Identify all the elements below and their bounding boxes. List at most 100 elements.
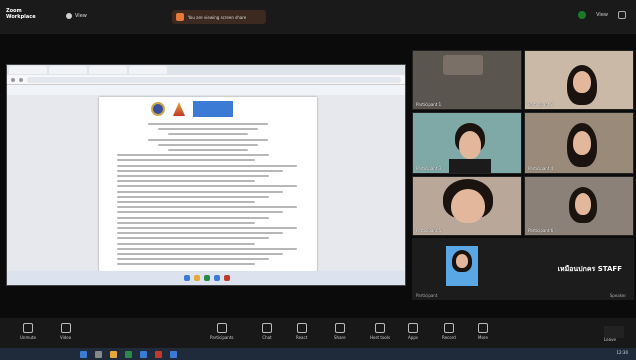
participant-tile[interactable]: Participant 6 bbox=[524, 176, 634, 236]
participant-name: Participant 2 bbox=[528, 102, 554, 107]
participant-tile[interactable]: Participant 5 bbox=[412, 176, 522, 236]
participant-name: Participant 1 bbox=[416, 102, 442, 107]
participant-tile[interactable]: Participant 1 bbox=[412, 50, 522, 110]
view-menu[interactable]: View bbox=[596, 12, 608, 18]
app-icon[interactable] bbox=[214, 275, 220, 281]
control-label: Apps bbox=[408, 335, 418, 340]
react-icon bbox=[296, 323, 307, 333]
control-label: More bbox=[478, 335, 488, 340]
apps-icon bbox=[408, 323, 418, 333]
text-line bbox=[117, 253, 283, 255]
leave-button[interactable]: Leave bbox=[604, 326, 624, 342]
doc-area bbox=[7, 95, 405, 273]
video-button[interactable]: Video bbox=[60, 323, 71, 340]
brand-logo bbox=[193, 101, 233, 117]
person-face bbox=[459, 131, 481, 159]
participant-name: Participant 6 bbox=[528, 228, 554, 233]
control-label: Unmute bbox=[20, 335, 36, 340]
text-line bbox=[117, 211, 283, 214]
zoom-icon[interactable] bbox=[170, 350, 177, 358]
speaker-tile[interactable]: เหมือนปกคร STAFF Participant Speaker bbox=[412, 238, 634, 300]
app-icon[interactable] bbox=[125, 350, 132, 358]
unmute-button[interactable]: Unmute bbox=[20, 323, 36, 340]
control-label: Record bbox=[442, 335, 456, 340]
person-face bbox=[573, 71, 591, 93]
participant-tile[interactable]: Participant 4 bbox=[524, 112, 634, 174]
participant-name: Participant 4 bbox=[528, 166, 554, 171]
mic-icon bbox=[22, 323, 33, 333]
participant-name: Participant 3 bbox=[416, 166, 442, 171]
text-line bbox=[117, 164, 297, 167]
clock: 12:30 bbox=[616, 350, 628, 355]
back-icon[interactable] bbox=[11, 77, 15, 82]
text-line bbox=[148, 138, 268, 141]
text-line bbox=[148, 123, 268, 125]
fullscreen-icon[interactable] bbox=[618, 11, 626, 19]
browser-tab[interactable] bbox=[9, 66, 47, 74]
text-line bbox=[117, 180, 255, 183]
participant-tile[interactable]: Participant 3 bbox=[412, 112, 522, 174]
browser-icon[interactable] bbox=[140, 350, 147, 358]
text-line bbox=[117, 232, 283, 235]
speaker-name: เหมือนปกคร STAFF bbox=[557, 265, 622, 273]
reload-icon[interactable] bbox=[19, 77, 23, 82]
share-button[interactable]: Share bbox=[334, 323, 346, 340]
browser-tab[interactable] bbox=[49, 66, 87, 74]
speaker-label: Speaker bbox=[609, 293, 626, 298]
react-button[interactable]: React bbox=[296, 323, 307, 340]
text-line bbox=[117, 154, 269, 157]
text-line bbox=[117, 247, 297, 250]
text-line bbox=[117, 206, 297, 209]
browser-tab[interactable] bbox=[89, 66, 127, 74]
speaker-avatar bbox=[446, 246, 478, 286]
participant-tile[interactable]: Participant 2 bbox=[524, 50, 634, 110]
record-button[interactable]: Record bbox=[442, 323, 456, 340]
apps-button[interactable]: Apps bbox=[408, 323, 418, 340]
text-line bbox=[117, 242, 255, 245]
text-line bbox=[117, 175, 269, 177]
text-line bbox=[117, 169, 283, 172]
start-icon[interactable] bbox=[80, 350, 87, 358]
search-icon[interactable] bbox=[95, 350, 102, 358]
person-face bbox=[451, 189, 485, 223]
person-face bbox=[456, 254, 468, 268]
shared-screen bbox=[6, 64, 406, 286]
text-line bbox=[117, 258, 269, 261]
text-line bbox=[117, 221, 255, 224]
browser-tab[interactable] bbox=[129, 66, 167, 74]
app-icon[interactable] bbox=[224, 275, 230, 281]
folder-icon[interactable] bbox=[110, 350, 117, 358]
top-bar: Zoom Workplace View You are viewing scre… bbox=[0, 0, 636, 34]
view-button[interactable]: View bbox=[66, 13, 87, 19]
participant-name: Participant 5 bbox=[416, 228, 442, 233]
text-line bbox=[168, 133, 248, 136]
seal-logo bbox=[151, 102, 165, 116]
security-icon[interactable] bbox=[578, 11, 587, 19]
participants-button[interactable]: Participants bbox=[210, 323, 234, 340]
text-line bbox=[117, 263, 255, 266]
person-shirt bbox=[449, 159, 491, 173]
more-icon bbox=[478, 323, 488, 333]
text-line bbox=[117, 195, 269, 198]
control-label: React bbox=[296, 335, 308, 340]
chat-button[interactable]: Chat bbox=[262, 323, 272, 340]
address-bar bbox=[7, 75, 405, 85]
app-icon[interactable] bbox=[204, 275, 210, 281]
share-icon bbox=[334, 323, 345, 333]
shield-icon bbox=[66, 13, 72, 19]
url-field[interactable] bbox=[27, 76, 401, 83]
more-button[interactable]: More bbox=[478, 323, 488, 340]
app-icon[interactable] bbox=[155, 350, 162, 358]
text-line bbox=[117, 201, 255, 203]
app-icon[interactable] bbox=[184, 275, 190, 281]
share-banner[interactable]: You are viewing screen share bbox=[172, 10, 266, 24]
share-icon bbox=[176, 13, 184, 21]
camera-icon bbox=[60, 323, 71, 333]
text-line bbox=[117, 216, 269, 219]
letterhead-logos bbox=[151, 101, 233, 117]
participant-label: Participant bbox=[416, 293, 438, 298]
top-right-controls: View bbox=[578, 11, 626, 19]
app-icon[interactable] bbox=[194, 275, 200, 281]
host-tools-button[interactable]: Host tools bbox=[370, 323, 390, 340]
document-page bbox=[99, 97, 317, 273]
